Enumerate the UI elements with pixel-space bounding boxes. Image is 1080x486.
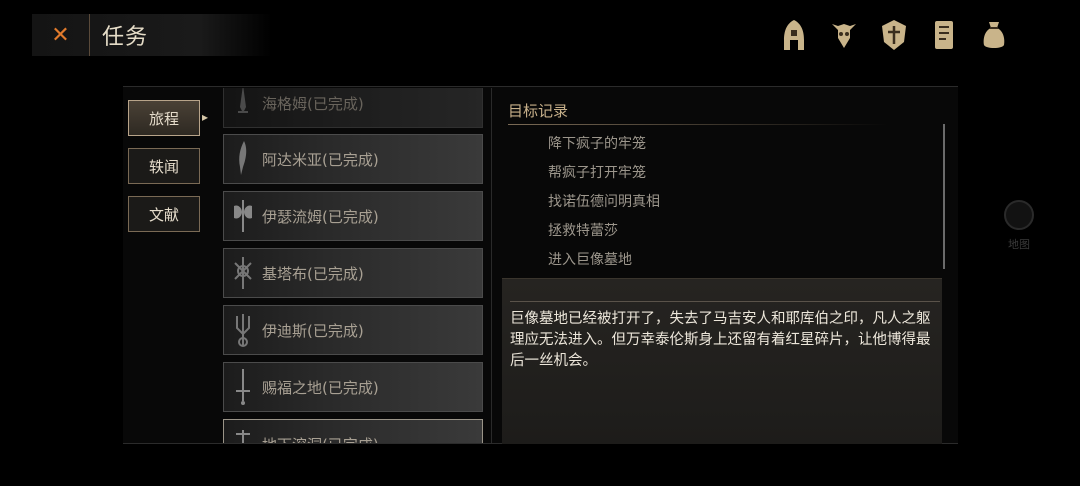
quest-label: 阿达米亚(已完成): [262, 150, 379, 169]
tab-documents[interactable]: 文献: [128, 196, 200, 232]
tab-anecdotes[interactable]: 轶闻: [128, 148, 200, 184]
quest-label: 伊迪斯(已完成): [262, 321, 364, 340]
quest-detail: 目标记录 降下疯子的牢笼 帮疯子打开牢笼 找诺伍德问明真相 拯救特蕾莎 进入巨像…: [500, 88, 950, 444]
axe-icon: [224, 192, 262, 240]
quest-description: 巨像墓地已经被打开了，失去了马吉安人和耶库伯之印，凡人之躯理应无法进入。但万幸泰…: [510, 311, 931, 369]
blade-icon: [224, 135, 262, 183]
journal-icon[interactable]: [926, 14, 962, 56]
map-label: 地图: [1008, 238, 1030, 251]
quest-item[interactable]: 伊迪斯(已完成): [223, 305, 483, 355]
page-title: 任务: [102, 25, 149, 50]
quest-item[interactable]: 阿达米亚(已完成): [223, 134, 483, 184]
quest-label: 海格姆(已完成): [262, 94, 364, 113]
pouch-icon[interactable]: [976, 14, 1012, 56]
goal-item: 进入巨像墓地: [548, 252, 632, 268]
active-tab-caret-icon: ▸: [201, 110, 208, 124]
trident-icon: [224, 306, 262, 354]
quest-label: 地下溶洞(已完成): [262, 434, 379, 444]
goal-item: 帮疯子打开牢笼: [548, 165, 646, 181]
category-tabs: 旅程 ▸ 轶闻 文献: [128, 100, 208, 232]
description-divider: [510, 301, 940, 302]
quest-item[interactable]: 地下溶洞(已完成): [223, 419, 483, 443]
cross-sigil-icon: [224, 249, 262, 297]
map-button[interactable]: 地图: [1002, 200, 1036, 260]
staff-icon: [224, 420, 262, 443]
quest-label: 赐福之地(已完成): [262, 378, 379, 397]
quest-item[interactable]: 伊瑟流姆(已完成): [223, 191, 483, 241]
map-icon: [1004, 200, 1034, 230]
helmet-icon[interactable]: [776, 14, 812, 56]
quest-label: 基塔布(已完成): [262, 264, 364, 283]
horned-skull-icon[interactable]: [826, 14, 862, 56]
close-icon: ✕: [51, 22, 70, 48]
top-icon-bar: [776, 14, 1012, 56]
goal-item: 找诺伍德问明真相: [548, 194, 660, 210]
quest-list[interactable]: 海格姆(已完成) 阿达米亚(已完成) 伊瑟流姆(已完成) 基塔布(已完成) 伊迪…: [210, 88, 492, 443]
tab-journey[interactable]: 旅程: [128, 100, 200, 136]
goal-item: 拯救特蕾莎: [548, 223, 618, 239]
quest-item[interactable]: 基塔布(已完成): [223, 248, 483, 298]
close-button[interactable]: ✕: [32, 14, 90, 56]
goal-record-title: 目标记录: [508, 102, 569, 120]
shield-emblem-icon[interactable]: [876, 14, 912, 56]
quest-label: 伊瑟流姆(已完成): [262, 207, 379, 226]
description-box: 巨像墓地已经被打开了，失去了马吉安人和耶库伯之印，凡人之躯理应无法进入。但万幸泰…: [502, 278, 942, 444]
dagger-icon: [224, 88, 262, 127]
quest-item[interactable]: 赐福之地(已完成): [223, 362, 483, 412]
sword-icon: [224, 363, 262, 411]
goal-scrollbar[interactable]: [943, 124, 945, 269]
goal-divider: [508, 124, 888, 125]
goal-list: 降下疯子的牢笼 帮疯子打开牢笼 找诺伍德问明真相 拯救特蕾莎 进入巨像墓地: [548, 130, 660, 275]
header-bar: ✕ 任务: [32, 14, 272, 56]
goal-item: 降下疯子的牢笼: [548, 136, 646, 152]
quest-item[interactable]: 海格姆(已完成): [223, 88, 483, 128]
